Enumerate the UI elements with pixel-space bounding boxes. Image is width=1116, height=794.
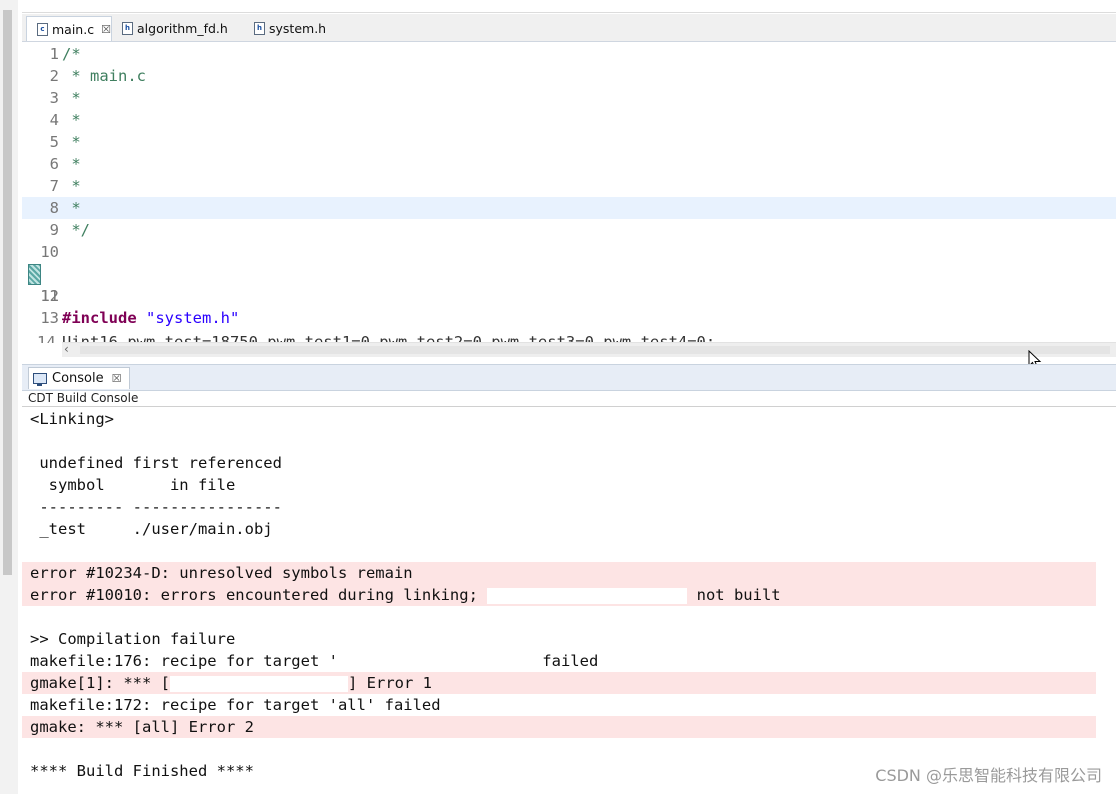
console-line-text: <Linking> <box>30 410 114 428</box>
divider <box>22 406 1116 407</box>
console-line-text: symbol in file <box>30 476 236 494</box>
code-line: 10 <box>22 241 1116 263</box>
line-number: 8 <box>49 199 59 217</box>
console-error-line: error #10234-D: unresolved symbols remai… <box>22 562 1096 584</box>
left-trim <box>0 0 18 794</box>
console-line: <Linking> <box>22 408 1096 430</box>
console-error-line: gmake: *** [all] Error 2 <box>22 716 1096 738</box>
line-number: 4 <box>49 111 59 129</box>
console-line-text: _test ./user/main.obj <box>30 520 273 538</box>
code-line: 4 * <box>22 109 1116 131</box>
console-line-text: **** Build Finished **** <box>30 762 254 780</box>
code-text: * <box>62 111 81 129</box>
h-file-icon: h <box>254 22 265 35</box>
line-number: 1 <box>49 45 59 63</box>
line-number: 5 <box>49 133 59 151</box>
console-line: _test ./user/main.obj <box>22 518 1096 540</box>
console-line-text: makefile:176: recipe for target ' <box>30 652 338 670</box>
watermark: CSDN @乐思智能科技有限公司 <box>875 766 1102 785</box>
close-icon[interactable]: ☒ <box>101 23 111 36</box>
code-text: * <box>62 133 81 151</box>
console-error-line: gmake[1]: *** [] Error 1 <box>22 672 1096 694</box>
line-number: 9 <box>49 221 59 239</box>
console-tab-label: Console <box>52 371 104 386</box>
code-line: 1/* <box>22 43 1116 65</box>
window-top-edge <box>22 0 1116 13</box>
code-line: 2 * main.c <box>22 65 1116 87</box>
redacted-region <box>337 653 533 670</box>
console-icon <box>33 373 47 386</box>
scroll-left-icon[interactable]: ‹ <box>64 342 69 356</box>
tab-main-c[interactable]: c main.c ☒ <box>26 16 112 41</box>
console-line-text: >> Compilation failure <box>30 630 236 648</box>
horizontal-scrollbar[interactable]: ‹ <box>62 342 1116 357</box>
warning-marker-icon[interactable] <box>28 264 41 285</box>
line-number: 10 <box>40 243 59 261</box>
code-text: * <box>62 89 81 107</box>
code-line: 13 <box>22 307 1116 329</box>
console-line-text: --------- ---------------- <box>30 498 282 516</box>
console-line-text: not built <box>696 586 781 604</box>
console-line: undefined first referenced <box>22 452 1096 474</box>
console-line-text: gmake[1]: *** [ <box>30 674 170 692</box>
editor-tab-bar: c main.c ☒ h algorithm_fd.h h system.h <box>22 14 1116 42</box>
tab-system-h[interactable]: h system.h <box>244 16 354 41</box>
line-number: 14 <box>37 333 56 343</box>
console-line: symbol in file <box>22 474 1096 496</box>
close-icon[interactable]: ☒ <box>112 372 122 385</box>
line-number: 12 <box>40 287 59 305</box>
console-line-text: Error 1 <box>366 674 432 692</box>
code-editor[interactable]: 1/* 2 * main.c 3 * 4 * 5 * 6 * 7 * 8 * 9… <box>22 42 1116 342</box>
console-line-text: failed <box>542 652 599 670</box>
code-line: 11 #include "system.h" <box>22 263 1116 327</box>
line-number: 2 <box>49 67 59 85</box>
console-line-text: gmake: *** [all] Error 2 <box>30 718 254 736</box>
console-error-line: error #10010: errors encountered during … <box>22 584 1096 606</box>
console-output[interactable]: <Linking> undefined first referenced sym… <box>22 408 1116 794</box>
code-text: * <box>62 155 81 173</box>
console-view-header: Console ☒ <box>22 364 1116 391</box>
current-code-line: 8 * <box>22 197 1116 219</box>
console-line: makefile:176: recipe for target ' failed <box>22 650 1096 672</box>
code-text: */ <box>62 221 90 239</box>
code-line: 5 * <box>22 131 1116 153</box>
line-number: 7 <box>49 177 59 195</box>
code-text: * <box>62 199 81 217</box>
code-text: /* <box>62 45 81 63</box>
code-line: 6 * <box>22 153 1116 175</box>
scrollbar-thumb[interactable] <box>80 346 1110 354</box>
line-number: 13 <box>40 309 59 327</box>
console-line: >> Compilation failure <box>22 628 1096 650</box>
tab-console[interactable]: Console ☒ <box>28 367 131 389</box>
code-line: 12 <box>22 285 1116 307</box>
tab-label: algorithm_fd.h <box>137 21 228 36</box>
h-file-icon: h <box>122 22 133 35</box>
console-line-text: error #10234-D: unresolved symbols remai… <box>30 564 413 582</box>
console-subtitle: CDT Build Console <box>28 391 139 405</box>
code-line: 9 */ <box>22 219 1116 241</box>
tab-algorithm-fd-h[interactable]: h algorithm_fd.h <box>112 16 242 41</box>
code-line: 7 * <box>22 175 1116 197</box>
redacted-region <box>169 675 348 692</box>
trim-bar <box>3 10 12 575</box>
c-file-icon: c <box>37 22 48 36</box>
console-line-text: makefile:172: recipe for target 'all' fa… <box>30 696 441 714</box>
code-text: * main.c <box>62 67 146 85</box>
redacted-region <box>487 587 688 604</box>
console-line: --------- ---------------- <box>22 496 1096 518</box>
line-number: 6 <box>49 155 59 173</box>
code-line: 3 * <box>22 87 1116 109</box>
console-line-text: undefined first referenced <box>30 454 282 472</box>
console-line: makefile:172: recipe for target 'all' fa… <box>22 694 1096 716</box>
tab-label: main.c <box>52 21 95 37</box>
code-text: * <box>62 177 81 195</box>
line-number: 3 <box>49 89 59 107</box>
console-line-text: error #10010: errors encountered during … <box>30 586 478 604</box>
tab-label: system.h <box>269 21 327 36</box>
